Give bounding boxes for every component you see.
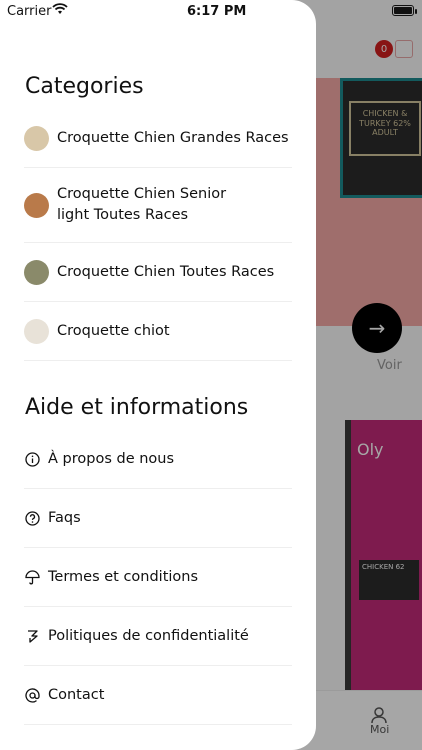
menu-label: Contact [48, 687, 105, 703]
menu-label: Politiques de confidentialité [48, 628, 249, 644]
side-drawer: Categories Croquette Chien Grandes Races… [0, 0, 316, 750]
category-label: Croquette Chien Grandes Races [57, 129, 289, 146]
carrier-label: Carrier [7, 4, 52, 19]
category-item[interactable]: Croquette Chien Toutes Races [24, 243, 292, 302]
category-avatar [24, 259, 49, 285]
category-avatar [24, 192, 49, 218]
status-bar: Carrier 6:17 PM [0, 0, 422, 22]
category-item[interactable]: Croquette Chien Senior light Toutes Race… [24, 168, 292, 243]
at-icon [24, 687, 40, 703]
question-icon [24, 510, 40, 526]
category-label: Croquette Chien Senior light Toutes Race… [57, 186, 227, 223]
status-time: 6:17 PM [187, 4, 247, 19]
policy-icon [24, 628, 40, 644]
category-label: Croquette Chien Toutes Races [57, 263, 275, 280]
menu-item-privacy[interactable]: Politiques de confidentialité [24, 607, 292, 666]
battery-icon [392, 5, 414, 16]
category-avatar [24, 125, 49, 151]
category-avatar [24, 318, 49, 344]
umbrella-icon [24, 569, 40, 585]
menu-item-about[interactable]: À propos de nous [24, 430, 292, 489]
menu-label: Termes et conditions [48, 569, 199, 585]
category-label: Croquette chiot [57, 322, 170, 339]
info-icon [24, 451, 40, 467]
menu-label: À propos de nous [48, 451, 175, 467]
categories-title: Categories [25, 74, 144, 99]
menu-label: Faqs [48, 510, 81, 526]
category-item[interactable]: Croquette chiot [24, 302, 292, 361]
category-item[interactable]: Croquette Chien Grandes Races [24, 109, 292, 168]
info-title: Aide et informations [25, 395, 249, 420]
menu-item-terms[interactable]: Termes et conditions [24, 548, 292, 607]
menu-item-contact[interactable]: Contact [24, 666, 292, 725]
menu-item-faqs[interactable]: Faqs [24, 489, 292, 548]
wifi-icon [52, 3, 68, 14]
battery-tip [415, 9, 417, 14]
